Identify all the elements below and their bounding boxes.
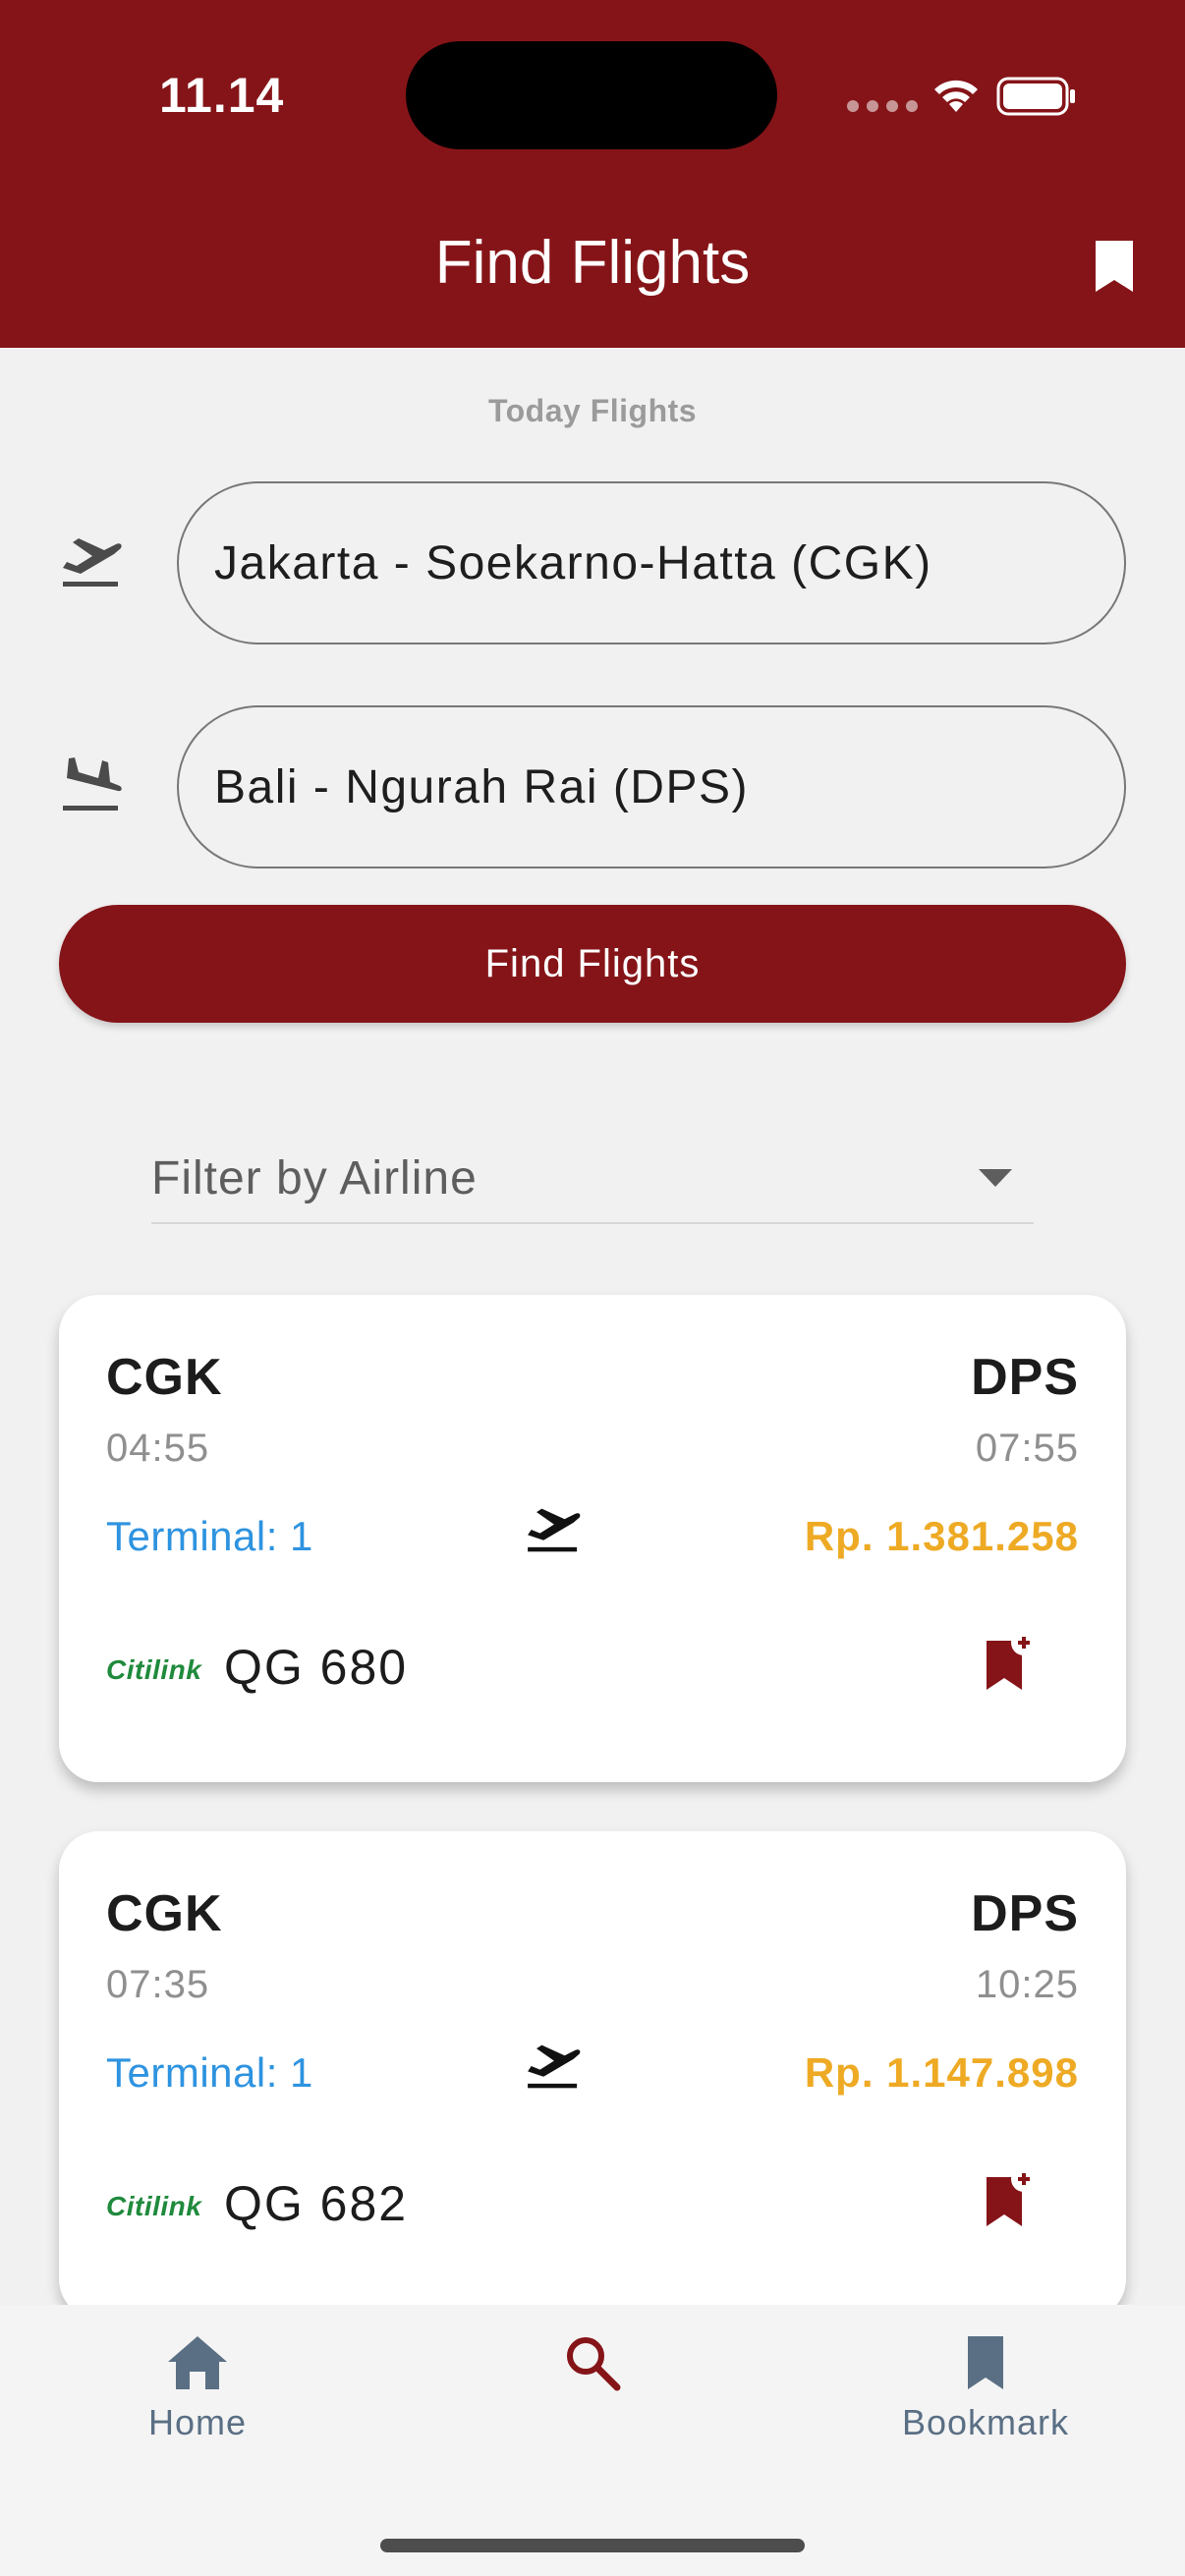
- arrival-value: Bali - Ngurah Rai (DPS): [214, 760, 749, 813]
- nav-bookmark-label: Bookmark: [901, 2402, 1070, 2442]
- flight-takeoff-icon: [528, 1508, 581, 1552]
- home-icon: [168, 2336, 227, 2389]
- terminal-label: Terminal: 1: [106, 2049, 313, 2096]
- flight-takeoff-icon: [528, 2044, 581, 2089]
- find-flights-button[interactable]: Find Flights: [59, 905, 1126, 1023]
- section-label: Today Flights: [487, 393, 698, 428]
- flight-takeoff-icon: [63, 538, 122, 587]
- dynamic-island: [406, 41, 777, 149]
- price: Rp. 1.381.258: [804, 1513, 1079, 1559]
- departure-field[interactable]: Jakarta - Soekarno-Hatta (CGK): [177, 481, 1126, 644]
- wifi-icon: [934, 80, 978, 112]
- terminal-label: Terminal: 1: [106, 1513, 313, 1559]
- origin-code: CGK: [106, 1885, 223, 1942]
- bookmark-icon[interactable]: [1092, 239, 1137, 294]
- airline-logo: Citilink: [106, 2191, 202, 2221]
- nav-bookmark[interactable]: Bookmark: [892, 2334, 1079, 2443]
- destination-code: DPS: [971, 1885, 1079, 1942]
- status-time: 11.14: [159, 68, 285, 123]
- home-indicator: [380, 2539, 805, 2552]
- page-title: Find Flights: [434, 229, 751, 297]
- origin-code: CGK: [106, 1349, 223, 1406]
- airline-logo: Citilink: [106, 1654, 202, 1685]
- nav-search[interactable]: [560, 2334, 625, 2402]
- status-icons: [847, 71, 1083, 120]
- nav-home-label: Home: [147, 2402, 248, 2442]
- arrival-time: 10:25: [975, 1963, 1079, 2006]
- dropdown-caret-icon: [979, 1169, 1012, 1187]
- departure-value: Jakarta - Soekarno-Hatta (CGK): [214, 536, 932, 589]
- add-bookmark-icon[interactable]: [983, 1629, 1038, 1696]
- arrival-field[interactable]: Bali - Ngurah Rai (DPS): [177, 705, 1126, 868]
- app-header: 11.14 Find Flights: [0, 0, 1185, 348]
- bottom-navigation: Home Bookmark: [0, 2305, 1185, 2576]
- departure-time: 04:55: [106, 1427, 210, 1470]
- flight-number: QG 682: [224, 2176, 409, 2231]
- battery-icon: [996, 77, 1075, 116]
- flight-number: QG 680: [224, 1640, 409, 1695]
- flight-card[interactable]: CGK DPS 04:55 07:55 Terminal: 1 Rp. 1.38…: [59, 1295, 1126, 1782]
- bookmark-icon: [968, 2336, 1003, 2389]
- price: Rp. 1.147.898: [804, 2049, 1079, 2096]
- search-icon: [567, 2337, 621, 2391]
- add-bookmark-icon[interactable]: [983, 2165, 1038, 2232]
- arrival-time: 07:55: [975, 1427, 1079, 1470]
- airline-filter-dropdown[interactable]: Filter by Airline: [151, 1148, 1034, 1224]
- flight-card[interactable]: CGK DPS 07:35 10:25 Terminal: 1 Rp. 1.14…: [59, 1831, 1126, 2319]
- destination-code: DPS: [971, 1349, 1079, 1406]
- nav-home[interactable]: Home: [138, 2334, 257, 2443]
- filter-label: Filter by Airline: [151, 1152, 478, 1204]
- flight-landing-icon: [63, 757, 122, 811]
- cellular-signal-icon: [847, 100, 918, 112]
- departure-time: 07:35: [106, 1963, 210, 2006]
